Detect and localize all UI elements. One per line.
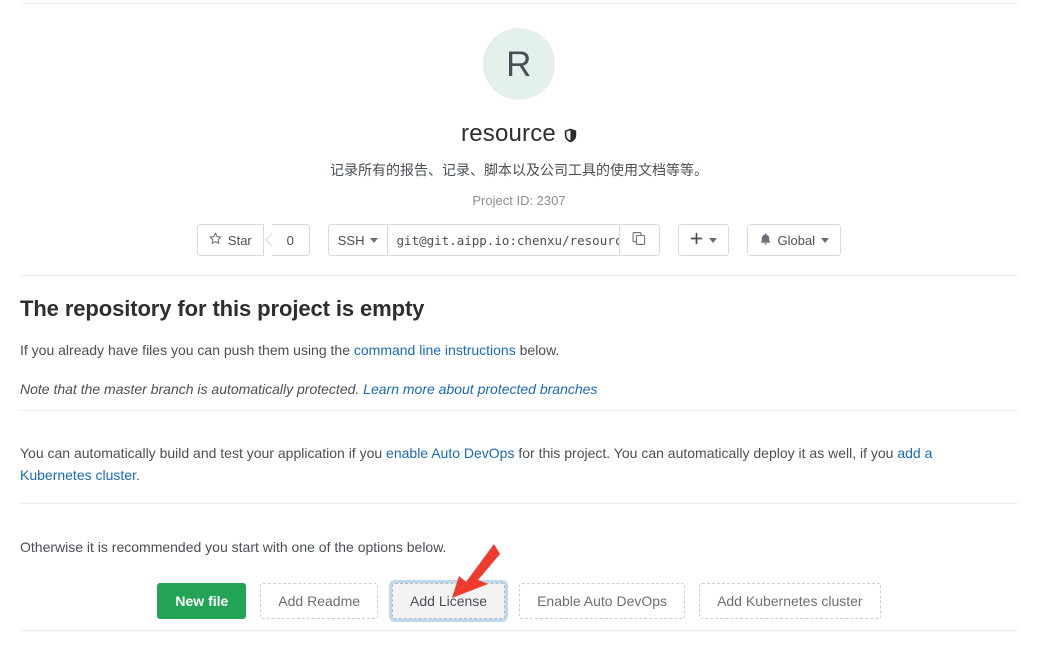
devops-text-2: for this project. You can automatically …	[514, 445, 898, 461]
chevron-down-icon	[708, 237, 717, 243]
footer-divider	[20, 630, 1018, 631]
project-actions-row: Star 0 SSH git@git.aipp.io:chenxu/resour…	[0, 224, 1038, 256]
protected-branches-link[interactable]: Learn more about protected branches	[363, 381, 597, 397]
enable-auto-devops-link[interactable]: enable Auto DevOps	[386, 445, 514, 461]
devops-text-1: You can automatically build and test you…	[20, 445, 387, 461]
star-count-value: 0	[286, 232, 294, 248]
command-line-instructions-link[interactable]: command line instructions	[354, 342, 516, 358]
copy-url-button[interactable]	[619, 224, 660, 256]
project-avatar: R	[483, 28, 555, 100]
clone-protocol-dropdown[interactable]: SSH	[327, 224, 388, 256]
chevron-down-icon	[821, 237, 830, 243]
devops-text-3: .	[135, 466, 140, 483]
star-button-label: Star	[227, 232, 252, 248]
clone-url-input[interactable]: git@git.aipp.io:chenxu/resource.g	[387, 224, 620, 256]
clone-protocol-label: SSH	[337, 232, 365, 248]
add-kubernetes-cluster-button[interactable]: Add Kubernetes cluster	[699, 583, 881, 619]
page-title: resource	[461, 120, 556, 147]
chevron-down-icon	[369, 237, 378, 243]
project-empty-page: R resource 记录所有的报告、记录、脚本以及公司工具的使用文档等等。 P…	[0, 0, 1038, 655]
section-divider-1	[20, 410, 1018, 411]
star-button-group: Star 0	[196, 224, 310, 256]
empty-repo-title: The repository for this project is empty	[20, 296, 425, 321]
otherwise-paragraph: Otherwise it is recommended you start wi…	[20, 539, 447, 555]
header-divider	[20, 275, 1018, 276]
plus-icon	[690, 232, 703, 248]
section-divider-2	[20, 503, 1018, 504]
push-instructions-paragraph: If you already have files you can push t…	[20, 340, 980, 362]
empty-repo-options-row: New file Add Readme Add License Enable A…	[0, 583, 1038, 619]
star-outline-icon	[209, 232, 222, 248]
project-description: 记录所有的报告、记录、脚本以及公司工具的使用文档等等。	[330, 162, 708, 178]
star-button[interactable]: Star	[196, 224, 264, 256]
push-text-after: below.	[515, 342, 560, 358]
auto-devops-paragraph: You can automatically build and test you…	[20, 443, 938, 486]
clone-url-group: SSH git@git.aipp.io:chenxu/resource.g	[327, 224, 660, 256]
add-dropdown-button[interactable]	[677, 224, 729, 256]
star-count-badge[interactable]: 0	[271, 224, 310, 256]
enable-auto-devops-button[interactable]: Enable Auto DevOps	[519, 583, 686, 619]
push-text-before: If you already have files you can push t…	[20, 342, 354, 358]
notification-label: Global	[777, 232, 816, 248]
project-title-row: resource	[0, 120, 1038, 148]
note-text-before: Note that the master branch is automatic…	[20, 380, 364, 397]
new-file-button[interactable]: New file	[157, 583, 247, 619]
empty-repo-content: The repository for this project is empty…	[20, 296, 980, 555]
avatar-letter: R	[506, 44, 532, 84]
copy-icon	[632, 231, 646, 249]
bell-icon	[759, 232, 772, 249]
notification-settings-button[interactable]: Global	[746, 224, 842, 256]
protected-branch-note: Note that the master branch is automatic…	[20, 379, 980, 401]
add-license-button[interactable]: Add License	[392, 583, 506, 619]
clone-url-value: git@git.aipp.io:chenxu/resource.g	[396, 232, 619, 248]
add-readme-button[interactable]: Add Readme	[260, 583, 379, 619]
project-id: Project ID: 2307	[472, 193, 566, 208]
project-header: R resource 记录所有的报告、记录、脚本以及公司工具的使用文档等等。 P…	[0, 0, 1038, 208]
shield-private-icon	[564, 128, 577, 143]
